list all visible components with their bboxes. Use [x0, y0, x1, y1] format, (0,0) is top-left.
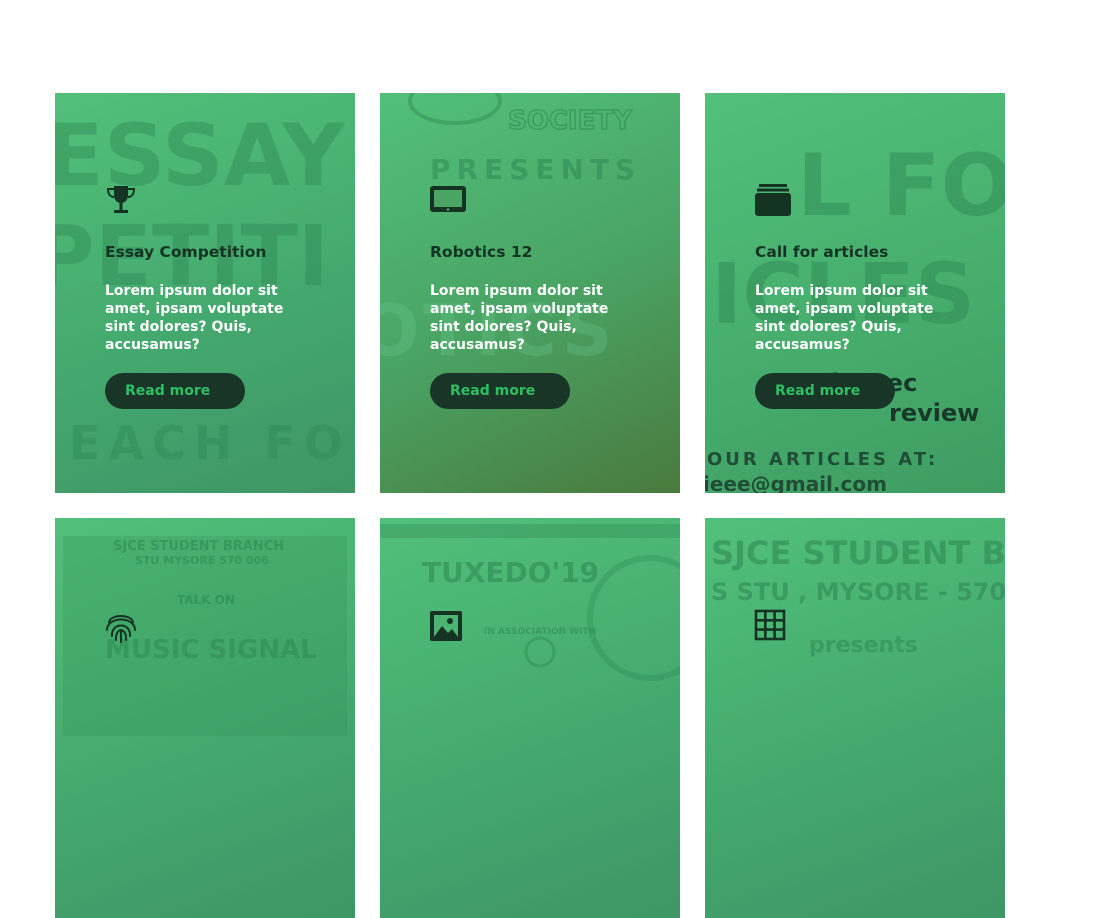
- card-call-for-articles: L FOR ICLES ite tec review OUR ARTICLES …: [705, 93, 1005, 493]
- svg-text:ESSAY: ESSAY: [55, 106, 346, 206]
- svg-text:STU MYSORE 570 006: STU MYSORE 570 006: [135, 554, 269, 567]
- card-description: Lorem ipsum dolor sit amet, ipsam volupt…: [755, 283, 934, 353]
- svg-text:TALK ON: TALK ON: [177, 593, 235, 607]
- card-title: Call for articles: [755, 243, 889, 261]
- card-robotics: SOCIETY PRESENTS OTICS Robotics 12 Lorem…: [380, 93, 680, 493]
- fingerprint-icon: [103, 608, 139, 644]
- card-background-poster: TUXEDO'19 IN ASSOCIATION WITH: [380, 524, 680, 681]
- card-background-poster: SJCE STUDENT BI S STU , MYSORE - 570 pre…: [711, 534, 1005, 658]
- svg-text:presents: presents: [809, 633, 918, 658]
- laptop-icon: [428, 183, 466, 219]
- card-student-branch: SJCE STUDENT BI S STU , MYSORE - 570 pre…: [705, 518, 1005, 918]
- folder-stack-icon: [753, 183, 791, 219]
- card-title: Robotics 12: [430, 243, 533, 261]
- card-description: Lorem ipsum dolor sit amet, ipsam volupt…: [430, 283, 609, 353]
- read-more-button[interactable]: Read more: [430, 373, 570, 409]
- card-description: Lorem ipsum dolor sit amet, ipsam volupt…: [105, 283, 284, 353]
- svg-text:SOCIETY: SOCIETY: [508, 106, 633, 136]
- svg-text:IN ASSOCIATION WITH: IN ASSOCIATION WITH: [484, 627, 596, 637]
- read-more-button[interactable]: Read more: [755, 373, 895, 409]
- card-music-signal: SJCE STUDENT BRANCH STU MYSORE 570 006 T…: [55, 518, 355, 918]
- svg-text:OUR ARTICLES AT:: OUR ARTICLES AT:: [707, 449, 938, 470]
- trophy-icon: [103, 183, 139, 219]
- card-essay-competition: ESSAY PETITI EACH FOR Essay Competition …: [55, 93, 355, 493]
- grid-icon: [753, 608, 789, 644]
- svg-text:TUXEDO'19: TUXEDO'19: [422, 556, 599, 589]
- svg-text:EACH FOR: EACH FOR: [69, 416, 355, 470]
- image-icon: [428, 608, 464, 644]
- svg-text:ieee@gmail.com: ieee@gmail.com: [705, 472, 887, 493]
- svg-text:SJCE STUDENT BRANCH: SJCE STUDENT BRANCH: [113, 539, 284, 554]
- card-tuxedo: TUXEDO'19 IN ASSOCIATION WITH: [380, 518, 680, 918]
- svg-text:review: review: [889, 399, 979, 427]
- svg-text:L FOR: L FOR: [797, 136, 1005, 236]
- card-title: Essay Competition: [105, 243, 267, 261]
- card-background-poster: SJCE STUDENT BRANCH STU MYSORE 570 006 T…: [63, 536, 347, 736]
- svg-text:SJCE STUDENT BI: SJCE STUDENT BI: [711, 534, 1005, 572]
- read-more-button[interactable]: Read more: [105, 373, 245, 409]
- svg-text:S STU , MYSORE - 570: S STU , MYSORE - 570: [711, 578, 1005, 606]
- svg-text:PRESENTS: PRESENTS: [430, 153, 641, 186]
